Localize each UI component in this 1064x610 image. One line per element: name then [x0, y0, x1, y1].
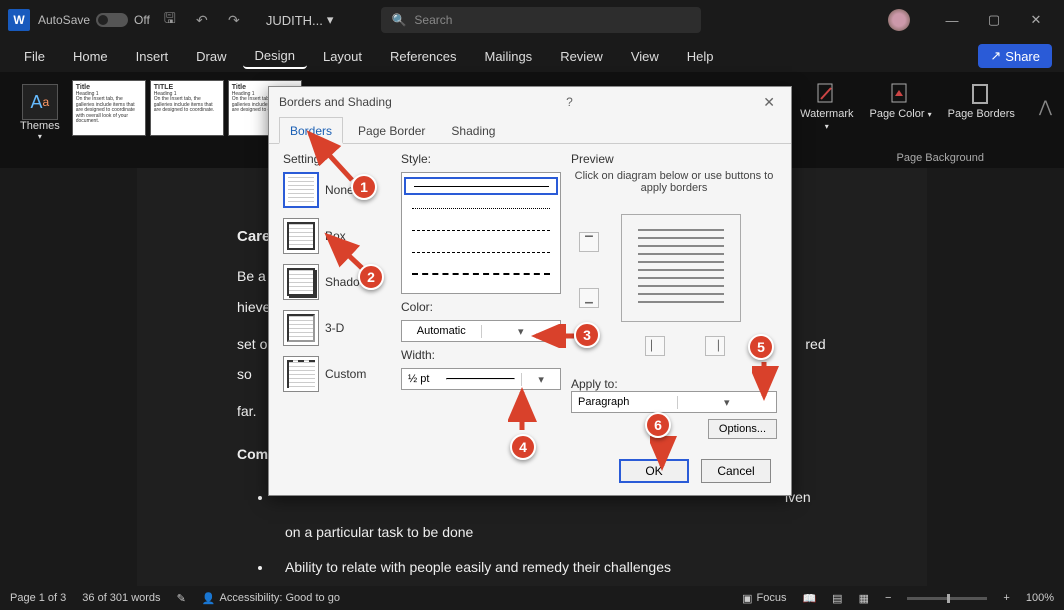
redo-icon[interactable]: ↷	[222, 8, 246, 32]
themes-button[interactable]: Aa Themes ▾	[12, 80, 68, 145]
toggle-switch[interactable]	[96, 13, 128, 27]
menu-references[interactable]: References	[378, 45, 468, 68]
callout-3: 3	[574, 322, 600, 348]
autosave-toggle[interactable]: AutoSave Off	[38, 13, 150, 27]
color-label: Color:	[401, 300, 561, 314]
search-input[interactable]: 🔍 Search	[381, 7, 701, 33]
page-borders-button[interactable]: Page Borders	[944, 80, 1019, 133]
accessibility-status[interactable]: 👤Accessibility: Good to go	[202, 592, 340, 605]
menu-design[interactable]: Design	[243, 44, 307, 69]
menu-insert[interactable]: Insert	[124, 45, 181, 68]
title-bar: W AutoSave Off 🖫 ↶ ↷ JUDITH... ▾ 🔍 Searc…	[0, 0, 1064, 40]
callout-6: 6	[645, 412, 671, 438]
menu-view[interactable]: View	[619, 45, 671, 68]
page-borders-icon	[969, 82, 993, 106]
preview-diagram[interactable]: ▔ ▁ ▏ ▕	[571, 202, 777, 373]
dialog-title: Borders and Shading	[279, 95, 392, 109]
focus-icon: ▣	[742, 592, 752, 605]
menu-file[interactable]: File	[12, 45, 57, 68]
style-label: Style:	[401, 152, 561, 166]
menu-bar: File Home Insert Draw Design Layout Refe…	[0, 40, 1064, 72]
watermark-icon	[815, 82, 839, 106]
autosave-state: Off	[134, 13, 150, 27]
dialog-titlebar: Borders and Shading ? ✕	[269, 87, 791, 117]
tab-shading[interactable]: Shading	[440, 117, 506, 143]
callout-4: 4	[510, 434, 536, 460]
doc-format-1[interactable]: TitleHeading 1On the Insert tab, the gal…	[72, 80, 146, 136]
save-icon[interactable]: 🖫	[158, 8, 182, 32]
preview-label: Preview	[571, 152, 777, 166]
setting-3d[interactable]: 3-D	[283, 310, 391, 346]
word-count[interactable]: 36 of 301 words	[82, 592, 160, 604]
zoom-in[interactable]: +	[1003, 592, 1009, 604]
spell-check-icon[interactable]: ✎	[177, 592, 186, 605]
callout-1: 1	[351, 174, 377, 200]
callout-2: 2	[358, 264, 384, 290]
chevron-down-icon: ▾	[38, 132, 42, 141]
view-read-icon[interactable]: 📖	[802, 592, 816, 605]
menu-help[interactable]: Help	[675, 45, 726, 68]
menu-draw[interactable]: Draw	[184, 45, 238, 68]
border-right-button[interactable]: ▕	[705, 336, 725, 356]
cancel-button[interactable]: Cancel	[701, 459, 771, 483]
search-placeholder: Search	[414, 13, 452, 27]
document-name[interactable]: JUDITH... ▾	[266, 12, 334, 28]
status-bar: Page 1 of 3 36 of 301 words ✎ 👤Accessibi…	[0, 586, 1064, 610]
annotation-arrow	[302, 126, 362, 186]
share-button[interactable]: ↗ Share	[978, 44, 1052, 68]
themes-icon: Aa	[22, 84, 58, 120]
annotation-arrow	[650, 434, 680, 472]
page-indicator[interactable]: Page 1 of 3	[10, 592, 66, 604]
share-icon: ↗	[990, 48, 1001, 64]
menu-home[interactable]: Home	[61, 45, 120, 68]
annotation-arrow	[752, 358, 782, 402]
menu-layout[interactable]: Layout	[311, 45, 374, 68]
style-listbox[interactable]	[401, 172, 561, 294]
close-button[interactable]: ✕	[1016, 5, 1056, 35]
setting-custom[interactable]: Custom	[283, 356, 391, 392]
view-web-icon[interactable]: ▦	[859, 592, 869, 605]
menu-review[interactable]: Review	[548, 45, 615, 68]
user-avatar[interactable]	[888, 9, 910, 31]
dialog-close-button[interactable]: ✕	[757, 94, 781, 111]
focus-mode[interactable]: ▣Focus	[742, 592, 786, 605]
accessibility-icon: 👤	[202, 592, 216, 605]
zoom-slider[interactable]	[907, 597, 987, 600]
search-icon: 🔍	[391, 13, 406, 27]
word-app-icon: W	[8, 9, 30, 31]
minimize-button[interactable]: ―	[932, 5, 972, 35]
collapse-ribbon-icon[interactable]: ⋀	[1039, 97, 1052, 117]
apply-to-dropdown[interactable]: Paragraph▾	[571, 391, 777, 413]
apply-to-label: Apply to:	[571, 377, 777, 391]
annotation-arrow	[530, 324, 580, 348]
border-left-button[interactable]: ▏	[645, 336, 665, 356]
page-color-button[interactable]: Page Color ▾	[865, 80, 935, 133]
watermark-button[interactable]: Watermark▾	[796, 80, 857, 133]
undo-icon[interactable]: ↶	[190, 8, 214, 32]
chevron-down-icon: ▾	[327, 12, 334, 28]
preview-hint: Click on diagram below or use buttons to…	[571, 170, 777, 194]
options-button[interactable]: Options...	[708, 419, 777, 439]
zoom-level[interactable]: 100%	[1026, 592, 1054, 604]
chevron-down-icon: ▾	[521, 373, 560, 386]
maximize-button[interactable]: ▢	[974, 5, 1014, 35]
doc-format-2[interactable]: TITLEHeading 1On the Insert tab, the gal…	[150, 80, 224, 136]
autosave-label: AutoSave	[38, 13, 90, 27]
page-color-icon	[889, 82, 913, 106]
menu-mailings[interactable]: Mailings	[473, 45, 545, 68]
callout-5: 5	[748, 334, 774, 360]
border-top-button[interactable]: ▔	[579, 232, 599, 252]
view-print-icon[interactable]: ▤	[832, 592, 842, 605]
list-item: Ability to relate with people easily and…	[273, 550, 827, 585]
ribbon-group-label: Page Background	[897, 152, 984, 164]
zoom-out[interactable]: −	[885, 592, 891, 604]
annotation-arrow	[508, 386, 538, 436]
border-bottom-button[interactable]: ▁	[579, 288, 599, 308]
help-button[interactable]: ?	[566, 95, 573, 109]
width-label: Width:	[401, 348, 561, 362]
